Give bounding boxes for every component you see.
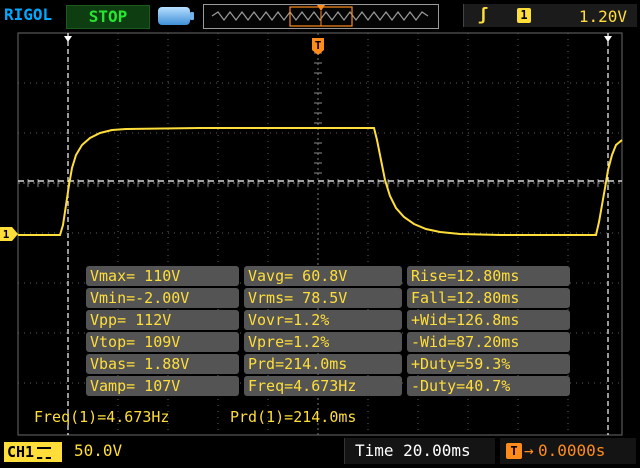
measurement-row: Vmin=-2.00V Vrms= 78.5V Fall=12.80ms	[86, 288, 570, 308]
ch1-indicator[interactable]: CH1	[4, 442, 62, 462]
svg-text:T: T	[315, 39, 322, 52]
measurement-row: Vpp= 112V Vovr=1.2% +Wid=126.8ms	[86, 310, 570, 330]
ch1-ground-marker[interactable]: 1	[0, 227, 18, 241]
cursor-b-marker	[604, 36, 612, 42]
time-per-div: Time 20.00ms	[355, 441, 471, 460]
measurement-period: Prd=214.0ms	[244, 354, 402, 374]
measurement-vbase: Vbas= 1.88V	[86, 354, 239, 374]
measurement-row: Vbas= 1.88V Prd=214.0ms +Duty=59.3%	[86, 354, 570, 374]
measurement-pos-duty: +Duty=59.3%	[407, 354, 570, 374]
measurement-vmin: Vmin=-2.00V	[86, 288, 239, 308]
measurement-row: Vmax= 110V Vavg= 60.8V Rise=12.80ms	[86, 266, 570, 286]
measurement-rise: Rise=12.80ms	[407, 266, 570, 286]
measurement-vmax: Vmax= 110V	[86, 266, 239, 286]
measurement-panel: Vmax= 110V Vavg= 60.8V Rise=12.80ms Vmin…	[86, 266, 570, 396]
timebase-box[interactable]: Time 20.00ms	[344, 438, 495, 464]
measurement-neg-duty: -Duty=40.7%	[407, 376, 570, 396]
measurement-vpp: Vpp= 112V	[86, 310, 239, 330]
measurement-vavg: Vavg= 60.8V	[244, 266, 402, 286]
waveform-display[interactable]: T	[0, 0, 640, 468]
measurement-vamp: Vamp= 107V	[86, 376, 239, 396]
measurement-vovr: Vovr=1.2%	[244, 310, 402, 330]
measurement-fall: Fall=12.80ms	[407, 288, 570, 308]
measurement-row: Vamp= 107V Freq=4.673Hz -Duty=40.7%	[86, 376, 570, 396]
cursor-a-marker	[64, 36, 72, 42]
svg-text:1: 1	[3, 228, 10, 241]
trigger-offset-value: 0.0000s	[538, 441, 606, 460]
measurement-vpre: Vpre=1.2%	[244, 332, 402, 352]
dc-coupling-icon	[37, 446, 52, 459]
measurement-neg-width: -Wid=87.20ms	[407, 332, 570, 352]
trigger-marker-icon: T	[312, 38, 324, 55]
measurement-pos-width: +Wid=126.8ms	[407, 310, 570, 330]
ch1-volts-per-div[interactable]: 50.0V	[74, 441, 122, 460]
measurement-vrms: Vrms= 78.5V	[244, 288, 402, 308]
freq-counter: Freq(1)=4.673Hz	[34, 408, 170, 426]
ch1-label: CH1	[7, 443, 35, 461]
measurement-freq: Freq=4.673Hz	[244, 376, 402, 396]
trigger-offset-arrow-icon: →	[524, 441, 534, 460]
trigger-position-icon: T	[506, 443, 522, 459]
measurement-vtop: Vtop= 109V	[86, 332, 239, 352]
trigger-offset-box[interactable]: T → 0.0000s	[500, 438, 636, 464]
measurement-row: Vtop= 109V Vpre=1.2% -Wid=87.20ms	[86, 332, 570, 352]
period-counter: Prd(1)=214.0ms	[230, 408, 357, 426]
